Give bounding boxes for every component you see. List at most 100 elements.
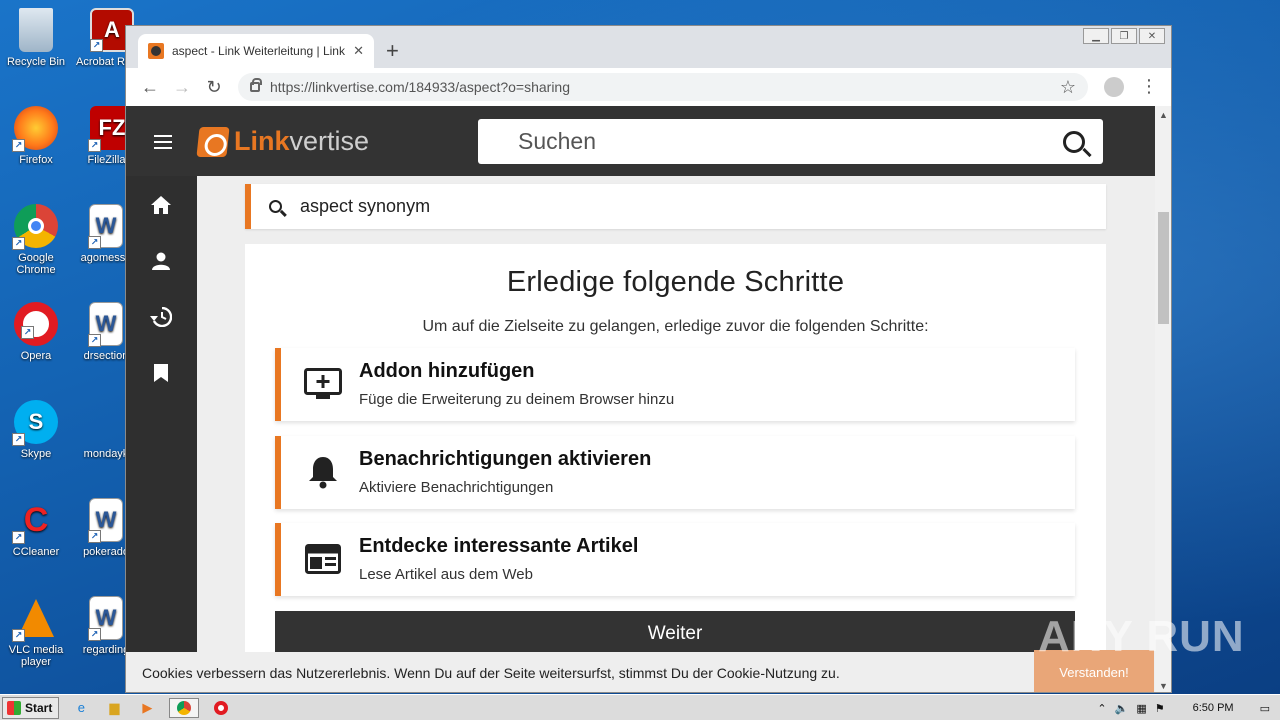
desktop-icon-recycle-bin[interactable]: Recycle Bin xyxy=(0,8,72,68)
desktop-icon-label: Firefox xyxy=(19,154,53,166)
site-search-input[interactable] xyxy=(518,128,1063,155)
article-icon xyxy=(303,541,343,577)
scroll-up-icon[interactable]: ▲ xyxy=(1159,110,1168,120)
forward-arrow-icon[interactable]: → xyxy=(166,77,198,98)
window-controls: ▁ ❐ ✕ xyxy=(1083,28,1165,44)
scroll-down-icon[interactable]: ▼ xyxy=(1159,681,1168,691)
desktop-icon-vlc[interactable]: ↗ VLC media player xyxy=(0,596,72,668)
new-tab-icon[interactable]: + xyxy=(386,38,399,64)
start-button[interactable]: Start xyxy=(2,696,60,719)
taskbar: Start e ▆ ▶ ⌃ 🔈 ▦ ⚑ 6:50 PM ▭ xyxy=(0,694,1280,720)
desktop-icon-ccleaner[interactable]: C ↗ CCleaner xyxy=(0,498,72,558)
file-explorer-icon[interactable]: ▆ xyxy=(103,698,125,718)
desktop-icon-opera[interactable]: ↗ Opera xyxy=(0,302,72,362)
step-addon[interactable]: Addon hinzufügen Füge die Erweiterung zu… xyxy=(275,348,1075,421)
cookie-banner-text: Cookies verbessern das Nutzererlebnis. W… xyxy=(142,665,840,681)
browser-window: ▁ ❐ ✕ aspect - Link Weiterleitung | Link… xyxy=(125,25,1172,693)
start-label: Start xyxy=(25,700,53,715)
scrollbar-thumb[interactable] xyxy=(1158,212,1169,324)
bell-icon xyxy=(303,454,343,490)
profile-avatar-icon[interactable] xyxy=(1104,77,1124,97)
desktop-icon-label: Skype xyxy=(20,448,52,460)
vlc-icon: ↗ xyxy=(12,596,58,642)
network-icon[interactable]: ▦ xyxy=(1136,702,1146,715)
site-header: Link vertise xyxy=(126,106,1155,176)
opera-icon: ↗ xyxy=(14,302,58,346)
minimize-icon[interactable]: ▁ xyxy=(1083,28,1109,44)
search-query-text: aspect synonym xyxy=(300,196,431,216)
more-menu-icon[interactable]: ⋮ xyxy=(1140,76,1158,97)
desktop-icon-label: VLC media player xyxy=(8,644,64,668)
step-description: Lese Artikel aus dem Web xyxy=(359,566,533,583)
user-icon[interactable] xyxy=(150,250,172,272)
tab-title: aspect - Link Weiterleitung | Linkvert xyxy=(172,44,345,58)
browser-toolbar: ← → ↻ https://linkvertise.com/184933/asp… xyxy=(126,68,1171,106)
action-center-icon[interactable]: ⚑ xyxy=(1155,702,1165,715)
anyrun-watermark: ANY RUN xyxy=(1038,612,1245,661)
opera-taskbar-icon[interactable] xyxy=(210,698,232,718)
document-icon xyxy=(84,400,128,444)
recycle-bin-icon xyxy=(19,8,53,52)
linkvertise-logo[interactable]: Link vertise xyxy=(196,126,370,157)
web-page: Link vertise aspect synony xyxy=(126,106,1155,692)
tab-close-icon[interactable]: ✕ xyxy=(353,43,364,59)
word-doc-icon: W ↗ xyxy=(88,204,123,249)
home-icon[interactable] xyxy=(150,194,172,216)
close-icon[interactable]: ✕ xyxy=(1139,28,1165,44)
history-icon[interactable] xyxy=(150,306,172,328)
step-title: Entdecke interessante Artikel xyxy=(359,535,639,557)
restore-icon[interactable]: ❐ xyxy=(1111,28,1137,44)
search-query-bar: aspect synonym xyxy=(245,184,1106,229)
skype-icon: S ↗ xyxy=(12,400,58,446)
url-text: https://linkvertise.com/184933/aspect?o=… xyxy=(270,79,571,95)
page-title: Erledige folgende Schritte xyxy=(506,266,845,298)
page-scrollbar[interactable]: ▲ ▼ xyxy=(1155,106,1171,692)
reload-icon[interactable]: ↻ xyxy=(198,77,230,98)
monitor-plus-icon xyxy=(303,366,343,402)
step-title: Benachrichtigungen aktivieren xyxy=(359,448,652,470)
desktop-icon-label: Recycle Bin xyxy=(6,56,66,68)
steps-card: Erledige folgende Schritte Um auf die Zi… xyxy=(245,244,1106,692)
volume-icon[interactable]: 🔈 xyxy=(1115,702,1129,715)
search-icon[interactable] xyxy=(1063,130,1085,153)
linkvertise-logo-icon xyxy=(196,126,230,157)
internet-explorer-icon[interactable]: e xyxy=(70,698,92,718)
hamburger-menu-icon[interactable] xyxy=(154,135,172,149)
word-doc-icon: W ↗ xyxy=(88,596,123,641)
desktop-icon-firefox[interactable]: ↗ Firefox xyxy=(0,106,72,166)
step-articles[interactable]: Entdecke interessante Artikel Lese Artik… xyxy=(275,523,1075,596)
side-navigation xyxy=(126,176,197,692)
step-notifications[interactable]: Benachrichtigungen aktivieren Aktiviere … xyxy=(275,436,1075,509)
desktop-icon-chrome[interactable]: ↗ Google Chrome xyxy=(0,204,72,276)
word-doc-icon: W ↗ xyxy=(88,498,123,543)
system-tray: ⌃ 🔈 ▦ ⚑ 6:50 PM ▭ xyxy=(1097,695,1280,720)
bookmark-icon[interactable] xyxy=(150,362,172,384)
logo-text-link: Link xyxy=(234,126,290,156)
back-arrow-icon[interactable]: ← xyxy=(134,77,166,98)
ccleaner-icon: C ↗ xyxy=(12,498,58,544)
browser-tab[interactable]: aspect - Link Weiterleitung | Linkvert ✕ xyxy=(138,34,374,68)
media-player-icon[interactable]: ▶ xyxy=(136,698,158,718)
chrome-taskbar-icon[interactable] xyxy=(169,697,200,718)
desktop-icon-label: Google Chrome xyxy=(16,252,56,276)
cookie-banner: Cookies verbessern das Nutzererlebnis. W… xyxy=(126,652,1155,692)
firefox-icon: ↗ xyxy=(12,106,58,152)
show-desktop-icon[interactable]: ▭ xyxy=(1260,702,1270,715)
bookmark-star-icon[interactable]: ☆ xyxy=(1060,77,1076,98)
linkvertise-favicon-icon xyxy=(148,43,164,59)
continue-button[interactable]: Weiter xyxy=(275,611,1075,657)
tray-expand-icon[interactable]: ⌃ xyxy=(1097,702,1106,715)
address-bar[interactable]: https://linkvertise.com/184933/aspect?o=… xyxy=(238,73,1088,101)
search-icon xyxy=(269,200,282,213)
page-subtitle: Um auf die Zielseite zu gelangen, erledi… xyxy=(422,318,929,335)
desktop-icon-label: CCleaner xyxy=(12,546,60,558)
site-search-box xyxy=(478,119,1103,164)
desktop-icon-skype[interactable]: S ↗ Skype xyxy=(0,400,72,460)
clock[interactable]: 6:50 PM xyxy=(1193,702,1234,714)
step-description: Füge die Erweiterung zu deinem Browser h… xyxy=(359,391,675,408)
desktop-icon-label: Opera xyxy=(20,350,52,362)
step-description: Aktiviere Benachrichtigungen xyxy=(359,479,554,496)
logo-text-vertise: vertise xyxy=(289,126,370,156)
lock-icon xyxy=(250,78,262,92)
word-doc-icon: W ↗ xyxy=(88,302,123,347)
